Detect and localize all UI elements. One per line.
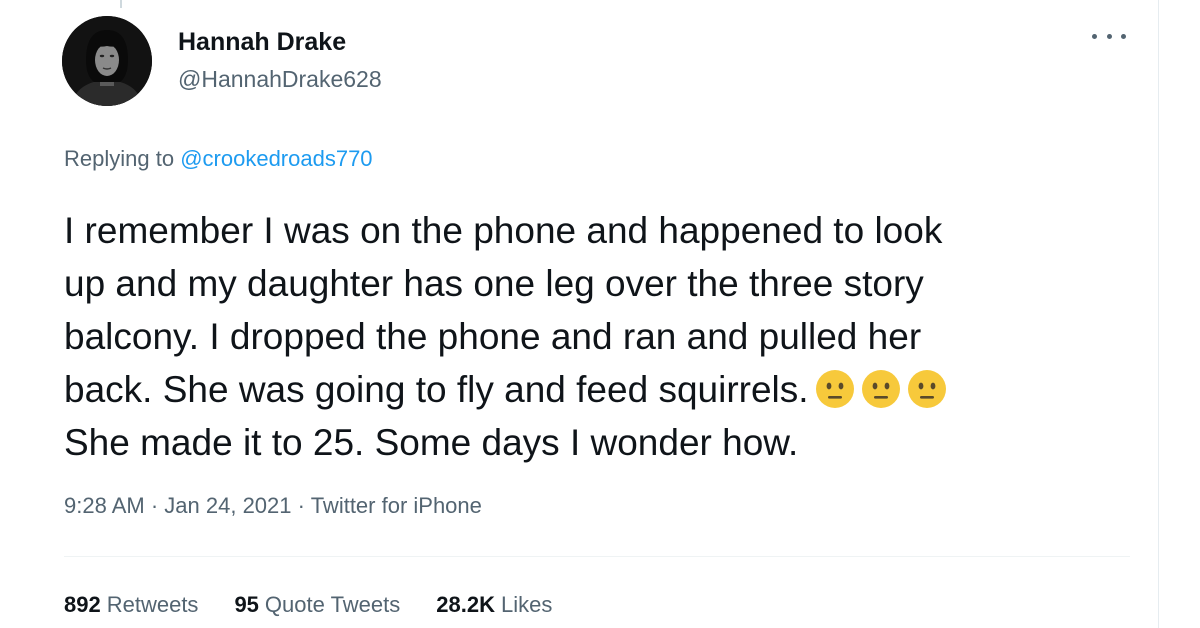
tweet-line: balcony. I dropped the phone and ran and…	[64, 316, 922, 357]
author-name[interactable]: Hannah Drake	[178, 28, 346, 57]
timeline-border	[1158, 0, 1159, 628]
tweet-date-link[interactable]: Jan 24, 2021	[164, 493, 291, 518]
quote-tweets-count: 95	[234, 592, 259, 617]
more-horizontal-icon-dot	[1121, 33, 1126, 39]
retweets-label: Retweets	[106, 592, 199, 617]
meta-separator: ·	[297, 493, 305, 518]
more-horizontal-icon	[1092, 33, 1097, 39]
neutral-face-emoji-icon	[815, 370, 854, 408]
thread-connector-line	[120, 0, 122, 8]
likes-stat[interactable]: 28.2K Likes	[436, 592, 552, 618]
tweet-line-with-emoji: back. She was going to fly and feed squi…	[64, 363, 1124, 416]
engagement-stats: 892 Retweets 95 Quote Tweets 28.2K Likes	[64, 592, 552, 618]
likes-label: Likes	[500, 592, 553, 617]
tweet-text: I remember I was on the phone and happen…	[64, 204, 1124, 469]
avatar-image	[62, 16, 152, 106]
tweet-line: I remember I was on the phone and happen…	[64, 210, 943, 251]
quote-tweets-stat[interactable]: 95 Quote Tweets	[234, 592, 400, 618]
tweet-meta: 9:28 AM · Jan 24, 2021 · Twitter for iPh…	[64, 493, 482, 519]
replying-to: Replying to @crookedroads770	[64, 146, 373, 172]
avatar[interactable]	[62, 16, 152, 106]
quote-tweets-label: Quote Tweets	[264, 592, 401, 617]
neutral-face-emoji-icon	[907, 370, 946, 408]
replying-to-handle-link[interactable]: @crookedroads770	[180, 146, 372, 171]
tweet-line: She made it to 25. Some days I wonder ho…	[64, 422, 799, 463]
likes-count: 28.2K	[436, 592, 495, 617]
replying-to-prefix: Replying to	[64, 146, 175, 171]
meta-separator: ·	[150, 493, 159, 518]
tweet-time-link[interactable]: 9:28 AM	[64, 493, 145, 518]
tweet-line: back. She was going to fly and feed squi…	[64, 369, 809, 410]
retweets-count: 892	[64, 592, 101, 617]
retweets-stat[interactable]: 892 Retweets	[64, 592, 198, 618]
author-handle[interactable]: @HannahDrake628	[178, 66, 382, 93]
more-options-button[interactable]	[1092, 26, 1126, 46]
divider	[64, 556, 1130, 557]
tweet-source-link[interactable]: Twitter for iPhone	[311, 493, 482, 518]
neutral-face-emoji-icon	[861, 370, 900, 408]
more-horizontal-icon-dot	[1106, 33, 1112, 39]
tweet-line: up and my daughter has one leg over the …	[64, 263, 924, 304]
